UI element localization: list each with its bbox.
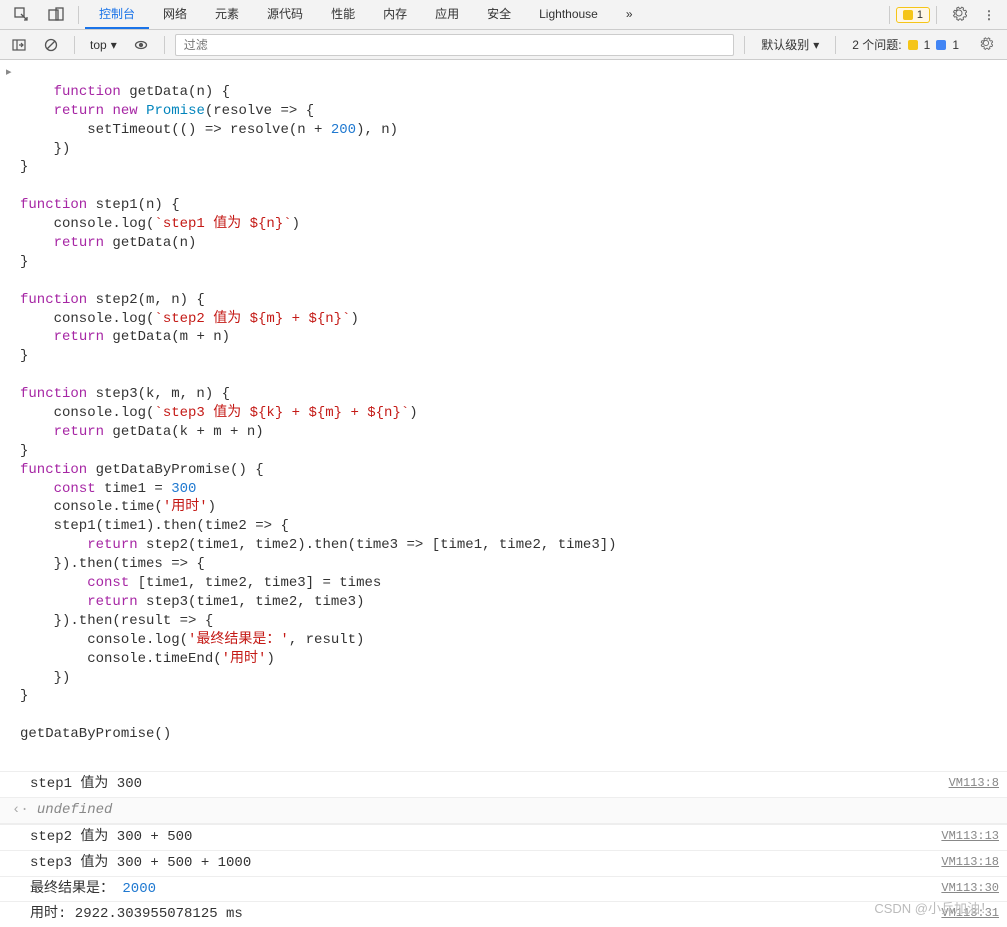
log-text: step3 值为 300 + 500 + 1000 [30,854,251,873]
console-settings-icon[interactable] [971,32,1001,57]
inspect-icon[interactable] [6,3,38,27]
warning-icon [903,10,913,20]
separator [78,6,79,24]
log-text: step1 值为 300 [30,775,142,794]
more-menu-icon[interactable]: ⋮ [977,4,1001,26]
tab-sources[interactable]: 源代码 [253,0,317,29]
filter-input[interactable] [175,34,735,56]
console-return-row: ‹· undefined [0,797,1007,824]
tab-elements[interactable]: 元素 [201,0,253,29]
log-level-selector[interactable]: 默认级别 ▾ [755,34,825,55]
tab-lighthouse[interactable]: Lighthouse [525,0,612,29]
console-input-code[interactable]: ▸function getData(n) { return new Promis… [0,60,1007,771]
tab-network[interactable]: 网络 [149,0,201,29]
issues-label: 2 个问题: [852,36,901,53]
info-icon [936,40,946,50]
tab-performance[interactable]: 性能 [317,0,369,29]
tabs-more[interactable]: » [612,0,647,29]
log-text: 最终结果是： 2000 [30,880,156,899]
log-text: 用时: 2922.303955078125 ms [30,905,243,924]
expand-arrow-icon[interactable]: ▸ [6,66,12,81]
tabs-list: 控制台 网络 元素 源代码 性能 内存 应用 安全 Lighthouse » [85,0,647,29]
tab-security[interactable]: 安全 [473,0,525,29]
console-log-row: 最终结果是： 2000 VM113:30 [0,876,1007,902]
level-label: 默认级别 [761,36,809,53]
settings-gear-icon[interactable] [943,1,975,28]
devtools-tabs-bar: 控制台 网络 元素 源代码 性能 内存 应用 安全 Lighthouse » 1… [0,0,1007,30]
console-log-row: step2 值为 300 + 500 VM113:13 [0,824,1007,850]
issues-summary[interactable]: 2 个问题: 1 1 [846,34,965,55]
separator [889,6,890,24]
log-source-link[interactable]: VM113:8 [949,775,999,794]
issue-info-count: 1 [952,38,959,52]
live-expression-icon[interactable] [128,35,154,55]
return-value: undefined [37,801,113,820]
warnings-count: 1 [917,9,923,21]
tab-application[interactable]: 应用 [421,0,473,29]
warning-icon [908,40,918,50]
console-body: ▸function getData(n) { return new Promis… [0,60,1007,927]
log-source-link[interactable]: VM113:18 [941,854,999,873]
separator [936,6,937,24]
console-log-row: step3 值为 300 + 500 + 1000 VM113:18 [0,850,1007,876]
log-source-link[interactable]: VM113:31 [941,905,999,924]
context-label: top [90,38,107,52]
separator [74,36,75,54]
chevron-down-icon: ▾ [111,38,117,52]
return-arrow-icon: ‹· [12,801,29,820]
chevron-down-icon: ▾ [813,38,819,52]
console-log-row: 用时: 2922.303955078125 ms VM113:31 [0,901,1007,927]
log-text: step2 值为 300 + 500 [30,828,192,847]
context-selector[interactable]: top ▾ [85,35,122,55]
toggle-sidebar-icon[interactable] [6,35,32,55]
issue-warn-count: 1 [924,38,931,52]
device-toggle-icon[interactable] [40,3,72,27]
separator [744,36,745,54]
separator [164,36,165,54]
tab-memory[interactable]: 内存 [369,0,421,29]
warnings-badge[interactable]: 1 [896,7,930,23]
tab-console[interactable]: 控制台 [85,0,149,29]
separator [835,36,836,54]
clear-console-icon[interactable] [38,35,64,55]
console-toolbar: top ▾ 默认级别 ▾ 2 个问题: 1 1 [0,30,1007,60]
console-log-row: step1 值为 300 VM113:8 [0,771,1007,797]
log-source-link[interactable]: VM113:13 [941,828,999,847]
log-source-link[interactable]: VM113:30 [941,880,999,899]
